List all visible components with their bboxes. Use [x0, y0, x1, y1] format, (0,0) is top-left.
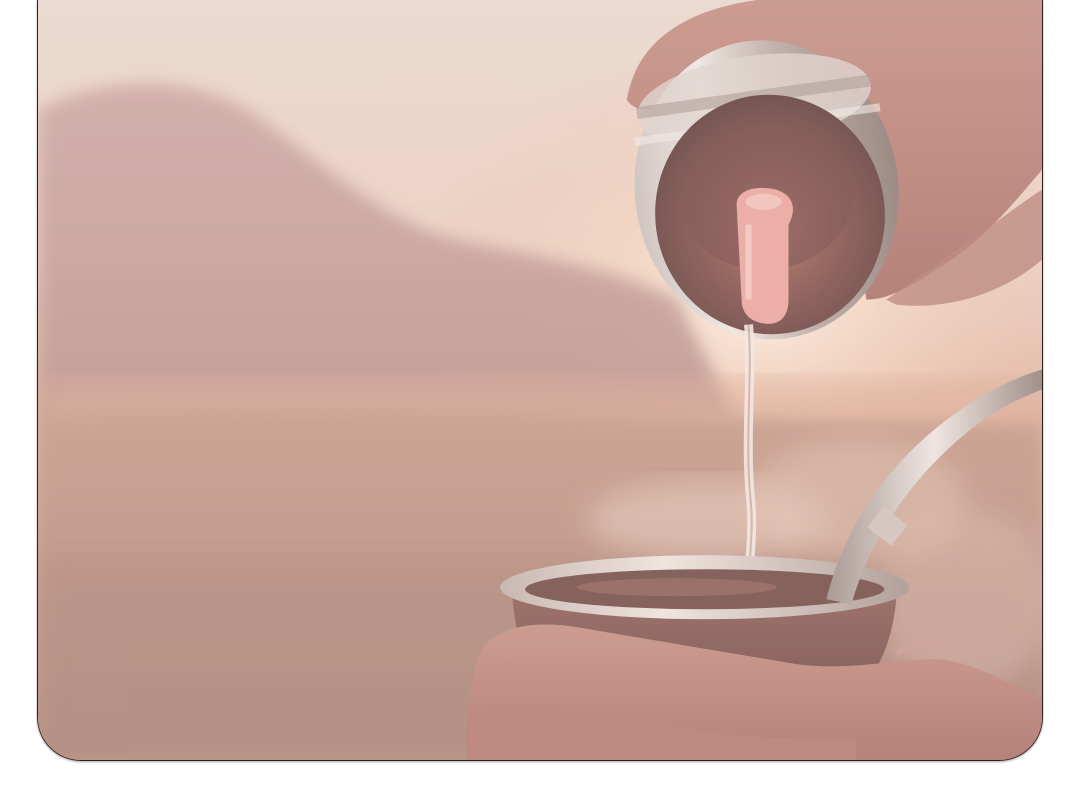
page: [0, 0, 1080, 792]
mate-pouring-photo: [38, 0, 1042, 760]
hero-photo-card: [37, 0, 1043, 761]
